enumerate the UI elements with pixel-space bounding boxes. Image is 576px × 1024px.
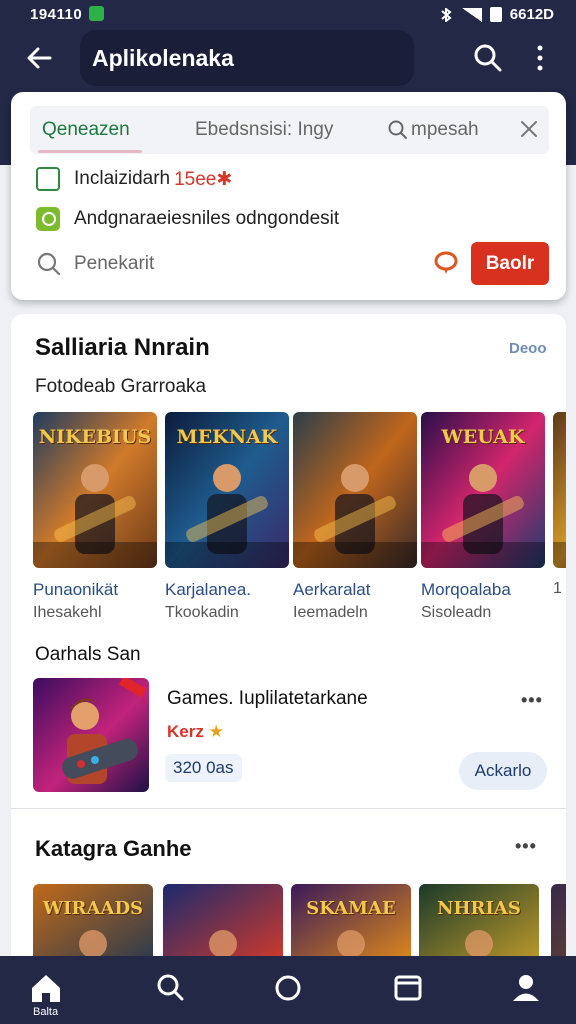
close-icon[interactable] (518, 118, 540, 140)
section-title: Salliaria Nnrain (35, 334, 210, 361)
action-button[interactable]: Ackarlo (459, 752, 547, 790)
category-art-title: SKAMAE (306, 898, 396, 919)
content-card: Salliaria Nnrain Deoo Fotodeab Grarroaka… (11, 314, 566, 1024)
page-title: Aplikolenaka (92, 45, 234, 71)
category-artwork (33, 884, 153, 964)
price-badge: 320 0as (165, 754, 242, 782)
tab-bar: Qeneazen Ebedsnsisi: Ingy mpesah (30, 106, 549, 154)
option-row-2[interactable]: Andgnaraeiesniles odngondesit (36, 206, 339, 232)
section-subheading: Fotodeab Grarroaka (35, 376, 207, 397)
game-art-title: MEKNAK (176, 426, 278, 448)
search-input[interactable]: Penekarit (36, 244, 286, 284)
game-tile[interactable]: 1 (553, 412, 566, 598)
category-art-title: WIRAADS (42, 898, 144, 919)
status-clock: 6612D (509, 6, 554, 23)
game-subtitle: Ihesakehl (33, 604, 102, 621)
featured-game-image[interactable] (33, 678, 149, 792)
search-filter-card: Qeneazen Ebedsnsisi: Ingy mpesah Inclaiz… (11, 92, 566, 300)
game-artwork (553, 412, 566, 568)
game-subtitle: 1 (553, 580, 562, 597)
more-options-icon[interactable]: ••• (515, 836, 537, 857)
category-thumbnail[interactable]: WIRAADS (33, 884, 153, 964)
checked-checkbox-icon[interactable] (36, 207, 60, 231)
chat-bubble-icon[interactable] (433, 250, 459, 276)
game-tile[interactable]: NIKEBIUS Punaonikät Ihesakehl (33, 412, 159, 622)
game-cover-image[interactable]: NIKEBIUS (33, 412, 157, 568)
search-placeholder: Penekarit (74, 253, 155, 274)
featured-artwork (33, 678, 149, 792)
star-icon: ★ (208, 722, 224, 741)
game-cover-image[interactable]: WEUAK (421, 412, 545, 568)
option-row-1[interactable]: Inclaizidarh 15ee✱ (36, 166, 232, 192)
tab-3-label: mpesah (411, 119, 479, 140)
library-icon[interactable] (388, 968, 428, 1008)
game-tile[interactable]: Aerkaralat Ieemadeln (293, 412, 419, 622)
nav-home-label: Balta (33, 1006, 59, 1018)
category-artwork (163, 884, 283, 964)
status-time: 194110 (30, 6, 83, 23)
status-right-group: 6612D (438, 6, 554, 23)
active-tab-indicator (38, 150, 142, 153)
tab-3[interactable]: mpesah (387, 119, 479, 141)
game-art-title: WEUAK (441, 426, 525, 448)
status-bar: 194110 6612D (0, 0, 576, 28)
more-options-icon[interactable]: ••• (521, 690, 543, 711)
category-artwork (291, 884, 411, 964)
app-title-container: Aplikolenaka (80, 30, 414, 86)
game-tile[interactable]: MEKNAK Karjalanea. Tkookadin (165, 412, 291, 622)
checkbox-icon[interactable] (36, 167, 60, 191)
game-name: Punaonikät (33, 580, 119, 599)
search-icon (388, 120, 407, 139)
game-name: Karjalanea. (165, 580, 252, 599)
option-1-label: Inclaizidarh (74, 168, 171, 189)
game-carousel[interactable]: NIKEBIUS Punaonikät Ihesakehl MEKNAK Karjala… (33, 412, 566, 632)
app-bar: Aplikolenaka (0, 28, 576, 88)
section-title: Katagra Ganhe (35, 836, 192, 861)
game-name: Morqoalaba (421, 580, 511, 599)
see-more-link[interactable]: Deoo (509, 340, 547, 357)
tab-1[interactable]: Qeneazen (42, 119, 130, 141)
bluetooth-icon (441, 7, 452, 22)
option-2-label: Andgnaraeiesniles odngondesit (74, 208, 340, 229)
option-1-tag: 15ee✱ (174, 168, 233, 190)
search-icon[interactable] (472, 42, 504, 74)
category-carousel[interactable]: WIRAADS SKAMAE NHRIAS (33, 884, 566, 964)
category-art-title: NHRIAS (437, 898, 521, 919)
circle-icon[interactable] (268, 968, 308, 1008)
game-subtitle: Tkookadin (165, 604, 239, 621)
game-name: Aerkaralat (293, 580, 371, 599)
tab-2[interactable]: Ebedsnsisi: Ingy (195, 119, 333, 141)
game-subtitle: Sisoleadn (421, 604, 492, 621)
featured-tag: Kerz ★ (167, 722, 224, 742)
bottom-navigation: Balta (0, 956, 576, 1024)
more-vert-icon[interactable] (528, 42, 552, 74)
category-thumbnail[interactable]: SKAMAE (291, 884, 411, 964)
featured-game-title: Games. Iuplilatetarkane (167, 688, 368, 709)
back-arrow-icon[interactable] (22, 40, 58, 76)
game-cover-image[interactable] (293, 412, 417, 568)
game-cover-image[interactable]: MEKNAK (165, 412, 289, 568)
book-button[interactable]: Baolr (471, 242, 549, 285)
game-tile[interactable]: WEUAK Morqoalaba Sisoleadn (421, 412, 547, 622)
divider (11, 808, 566, 809)
category-artwork (551, 884, 566, 964)
category-thumbnail[interactable] (163, 884, 283, 964)
section-title: Oarhals San (35, 644, 141, 665)
home-icon[interactable] (26, 968, 66, 1008)
search-icon (37, 252, 61, 276)
featured-tag-label: Kerz (167, 722, 204, 741)
game-art-title: NIKEBIUS (38, 426, 152, 448)
game-artwork (293, 412, 417, 568)
notification-icon (89, 6, 104, 21)
battery-icon (489, 7, 502, 22)
category-artwork (419, 884, 539, 964)
game-subtitle: Ieemadeln (293, 604, 368, 621)
category-thumbnail[interactable] (551, 884, 566, 964)
signal-icon (461, 7, 482, 22)
category-thumbnail[interactable]: NHRIAS (419, 884, 539, 964)
profile-icon[interactable] (506, 968, 546, 1008)
search-icon[interactable] (150, 968, 190, 1008)
game-cover-image[interactable] (553, 412, 566, 568)
